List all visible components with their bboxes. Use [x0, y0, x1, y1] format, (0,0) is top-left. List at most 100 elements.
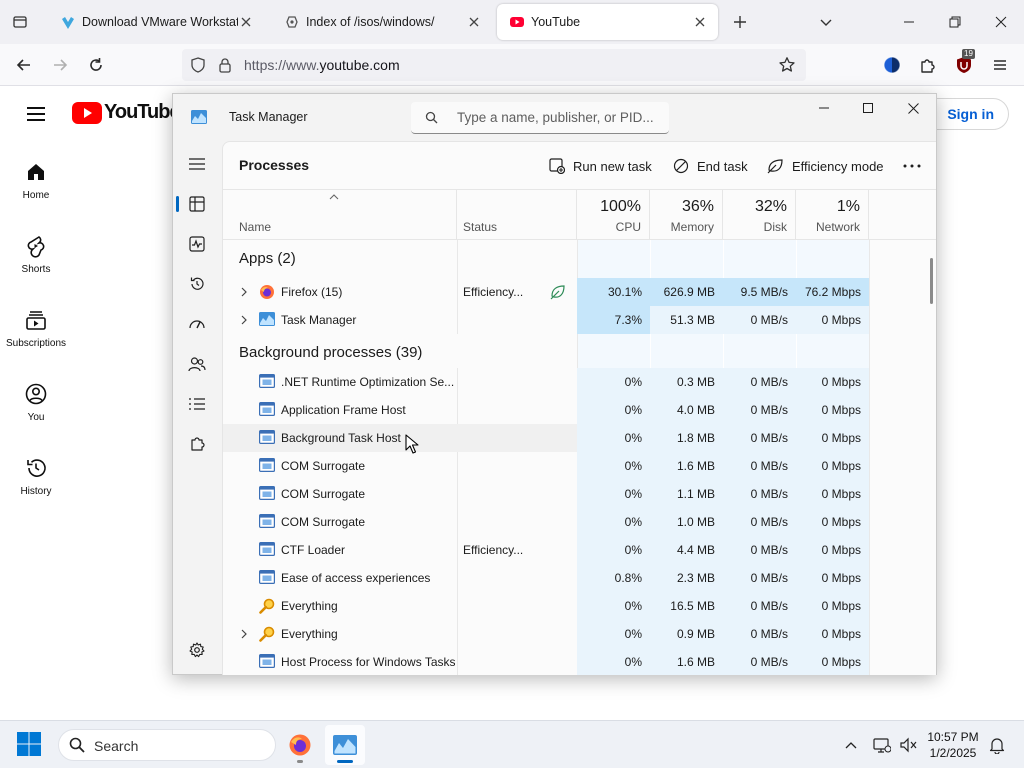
process-row[interactable]: Background Task Host 0% 1.8 MB 0 MB/s 0 Mbps [223, 424, 869, 452]
cpu-column-header[interactable]: 100% CPU [577, 190, 650, 240]
process-row[interactable]: .NET Runtime Optimization Se... 0% 0.3 MB 0… [223, 368, 869, 396]
process-row[interactable]: COM Surrogate 0% 1.1 MB 0 MB/s 0 Mbps [223, 480, 869, 508]
process-name: Firefox (15) [281, 285, 343, 299]
memory-value: 1.6 MB [650, 648, 723, 675]
process-row[interactable]: Everything 0% 16.5 MB 0 MB/s 0 Mbps [223, 592, 869, 620]
extensions-puzzle-icon[interactable] [914, 51, 942, 79]
hamburger-menu-icon[interactable] [185, 152, 209, 176]
sidebar-item-shorts[interactable]: Shorts [0, 234, 72, 275]
process-name: Background Task Host [281, 431, 401, 445]
sidebar-item-you[interactable]: You [0, 382, 72, 423]
memory-value: 51.3 MB [650, 306, 723, 334]
process-row-task-manager[interactable]: Task Manager 7.3% 51.3 MB 0 MB/s 0 Mbps [223, 306, 869, 334]
nav-details-icon[interactable] [185, 392, 209, 416]
process-row[interactable]: Application Frame Host 0% 4.0 MB 0 MB/s 0 Mb… [223, 396, 869, 424]
expand-chevron-icon[interactable] [239, 629, 249, 639]
process-row[interactable]: Host Process for Windows Tasks 0% 1.6 MB 0 … [223, 648, 869, 675]
notifications-bell-icon[interactable] [987, 735, 1007, 755]
sidebar-item-home[interactable]: Home [0, 160, 72, 201]
process-row-firefox[interactable]: Firefox (15) Efficiency... 30.1% 626.9 M… [223, 278, 869, 306]
ublock-origin-icon[interactable]: 19 [950, 49, 978, 79]
efficiency-leaf-icon [767, 159, 783, 174]
name-column-header[interactable]: Name [223, 190, 457, 240]
restore-window-icon[interactable] [932, 0, 978, 44]
close-window-icon[interactable] [978, 0, 1024, 44]
network-column-header[interactable]: 1% Network [796, 190, 869, 240]
status-column-header[interactable]: Status [457, 190, 577, 240]
process-row[interactable]: COM Surrogate 0% 1.6 MB 0 MB/s 0 Mbps [223, 452, 869, 480]
tm-maximize-icon[interactable] [845, 94, 891, 122]
padlock-icon[interactable] [218, 57, 232, 73]
taskbar-search-box[interactable]: Search [58, 729, 276, 761]
firefox-account-icon[interactable] [878, 51, 906, 79]
tab-overview-icon[interactable] [6, 8, 34, 36]
minimize-window-icon[interactable] [886, 0, 932, 44]
memory-value: 0.3 MB [650, 368, 723, 396]
settings-gear-icon[interactable] [185, 638, 209, 662]
sidebar-label: Subscriptions [5, 338, 67, 349]
tm-minimize-icon[interactable] [801, 94, 847, 122]
run-new-task-button[interactable]: Run new task [549, 156, 652, 176]
nav-performance-icon[interactable] [185, 232, 209, 256]
taskbar-firefox[interactable] [280, 725, 320, 765]
windows-start-icon[interactable] [16, 731, 42, 757]
task-manager-window: Task Manager Type a name, publisher, or … [172, 93, 937, 675]
browser-nav-bar: https://www.youtube.com 19 [0, 44, 1024, 86]
memory-value: 2.3 MB [650, 564, 723, 592]
address-bar[interactable]: https://www.youtube.com [182, 49, 806, 81]
process-name: Ease of access experiences [281, 571, 431, 585]
vertical-scrollbar-thumb[interactable] [930, 258, 933, 304]
sidebar-item-history[interactable]: History [0, 456, 72, 497]
running-indicator [297, 760, 303, 763]
new-tab-icon[interactable] [726, 8, 754, 36]
process-search-input[interactable]: Type a name, publisher, or PID... [411, 102, 669, 134]
taskbar-clock[interactable]: 10:57 PM 1/2/2025 [918, 729, 988, 761]
nav-startup-apps-icon[interactable] [185, 312, 209, 336]
volume-muted-icon[interactable] [898, 735, 918, 755]
forward-icon[interactable] [46, 51, 74, 79]
more-options-icon[interactable] [903, 156, 929, 176]
end-task-button[interactable]: End task [673, 156, 748, 176]
processes-page: Processes Run new task End task Efficien… [222, 141, 936, 675]
nav-app-history-icon[interactable] [185, 272, 209, 296]
cpu-value: 7.3% [577, 306, 650, 334]
guide-menu-icon[interactable] [24, 102, 48, 126]
tab-isos-index[interactable]: Index of /isos/windows/ [272, 4, 492, 40]
taskbar-task-manager[interactable] [325, 725, 365, 765]
efficiency-mode-button[interactable]: Efficiency mode [767, 156, 884, 176]
youtube-logo[interactable]: YouTube [72, 101, 181, 124]
close-tab-icon[interactable] [238, 14, 254, 30]
nav-users-icon[interactable] [185, 352, 209, 376]
network-status-icon[interactable] [872, 735, 892, 755]
tracking-protection-shield-icon[interactable] [190, 57, 206, 73]
reload-icon[interactable] [82, 51, 110, 79]
tab-youtube[interactable]: YouTube [497, 4, 718, 40]
windows-taskbar: Search 10:57 PM 1/2/2025 [0, 720, 1024, 768]
sidebar-label: You [27, 412, 45, 423]
network-value: 0 Mbps [796, 620, 869, 648]
clock-date: 1/2/2025 [929, 746, 977, 760]
show-hidden-icons-chevron-icon[interactable] [841, 735, 861, 755]
expand-chevron-icon[interactable] [239, 287, 249, 297]
process-row[interactable]: COM Surrogate 0% 1.0 MB 0 MB/s 0 Mbps [223, 508, 869, 536]
process-row[interactable]: Everything 0% 0.9 MB 0 MB/s 0 Mbps [223, 620, 869, 648]
url-text[interactable]: https://www.youtube.com [244, 57, 400, 73]
process-row[interactable]: Ease of access experiences 0.8% 2.3 MB 0 MB… [223, 564, 869, 592]
taskbar-search-label: Search [94, 738, 139, 754]
tab-vmware[interactable]: Download VMware Workstation [48, 4, 264, 40]
nav-processes-icon[interactable] [185, 192, 209, 216]
process-row[interactable]: CTF Loader Efficiency... 0% 4.4 MB 0 MB/s 0 M… [223, 536, 869, 564]
close-tab-icon[interactable] [692, 14, 708, 30]
tm-close-icon[interactable] [890, 94, 936, 122]
expand-chevron-icon[interactable] [239, 315, 249, 325]
list-all-tabs-icon[interactable] [812, 8, 840, 36]
nav-services-icon[interactable] [185, 432, 209, 456]
bookmark-star-icon[interactable] [778, 56, 796, 74]
disk-column-header[interactable]: 32% Disk [723, 190, 796, 240]
sidebar-item-subscriptions[interactable]: Subscriptions [0, 308, 72, 349]
app-menu-icon[interactable] [986, 51, 1014, 79]
youtube-logo-text: YouTube [104, 101, 181, 123]
memory-column-header[interactable]: 36% Memory [650, 190, 723, 240]
back-icon[interactable] [10, 51, 38, 79]
close-tab-icon[interactable] [466, 14, 482, 30]
